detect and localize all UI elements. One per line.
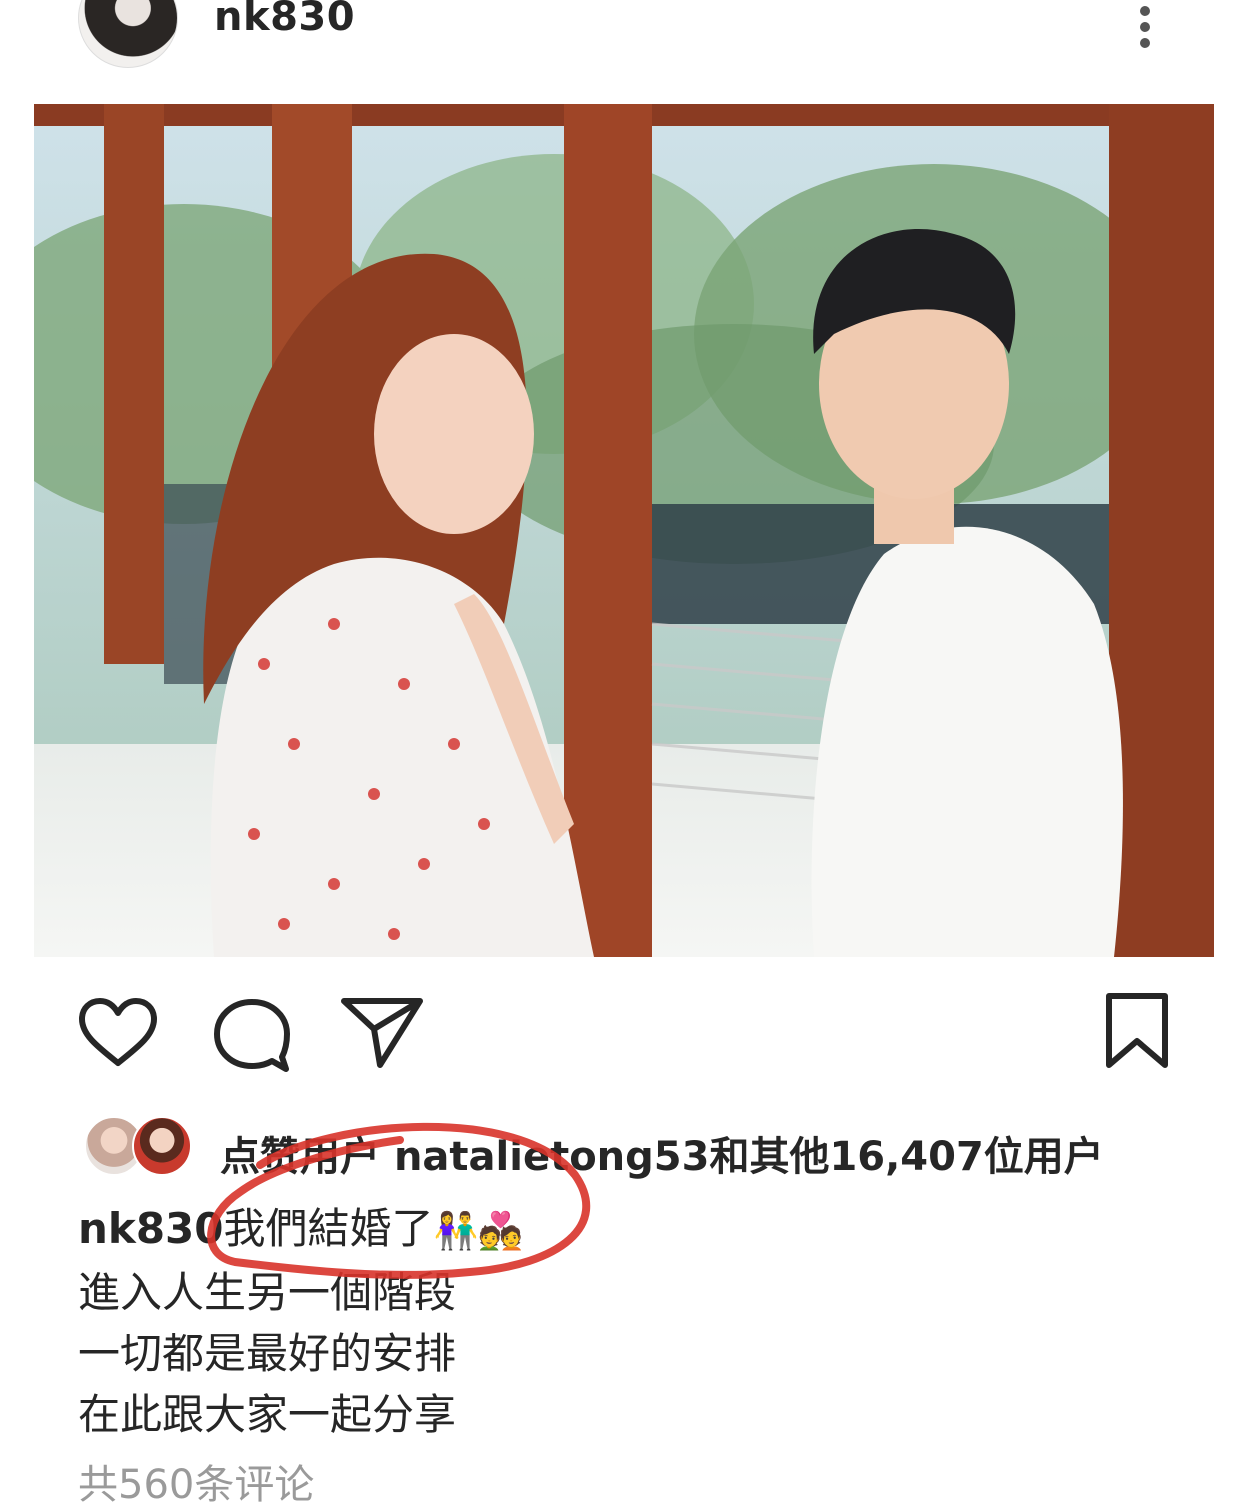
post-header: nk830 [0, 0, 1249, 90]
heart-icon[interactable] [78, 997, 158, 1069]
couple-with-heart-emoji: 💑 [478, 1211, 524, 1252]
bookmark-icon[interactable] [1104, 991, 1170, 1071]
caption-line-2: 進入人生另一個階段 [78, 1268, 457, 1317]
liker-avatar[interactable] [132, 1116, 192, 1176]
view-comments-link[interactable]: 共560条评论 [78, 1452, 314, 1510]
likes-row: 点赞用户 natalietong53和其他16,407位用户 [80, 1110, 1180, 1180]
post-actions [0, 985, 1249, 1075]
post-caption: nk830我們結婚了👫💑 進入人生另一個階段 一切都是最好的安排 在此跟大家一起… [78, 1198, 1178, 1445]
caption-line-4: 在此跟大家一起分享 [78, 1390, 457, 1439]
likes-count[interactable]: 和其他16,407位用户 [709, 1134, 1103, 1180]
caption-line-3: 一切都是最好的安排 [78, 1329, 457, 1378]
post-username[interactable]: nk830 [214, 0, 355, 40]
caption-line: nk830我們結婚了👫💑 [78, 1198, 1178, 1262]
post-photo[interactable] [34, 104, 1214, 957]
couple-emoji: 👫 [433, 1211, 479, 1252]
likes-prefix: 点赞用户 [220, 1134, 380, 1180]
caption-username[interactable]: nk830 [78, 1204, 224, 1253]
send-icon[interactable] [340, 995, 424, 1071]
likes-text: 点赞用户 natalietong53和其他16,407位用户 [220, 1124, 1104, 1182]
comment-icon[interactable] [212, 997, 292, 1073]
profile-avatar[interactable] [78, 0, 178, 68]
more-vertical-icon[interactable] [1130, 0, 1160, 50]
caption-line-1: 我們結婚了 [223, 1204, 434, 1253]
post-photo-image [34, 104, 1214, 957]
liker-username[interactable]: natalietong53 [394, 1134, 710, 1180]
